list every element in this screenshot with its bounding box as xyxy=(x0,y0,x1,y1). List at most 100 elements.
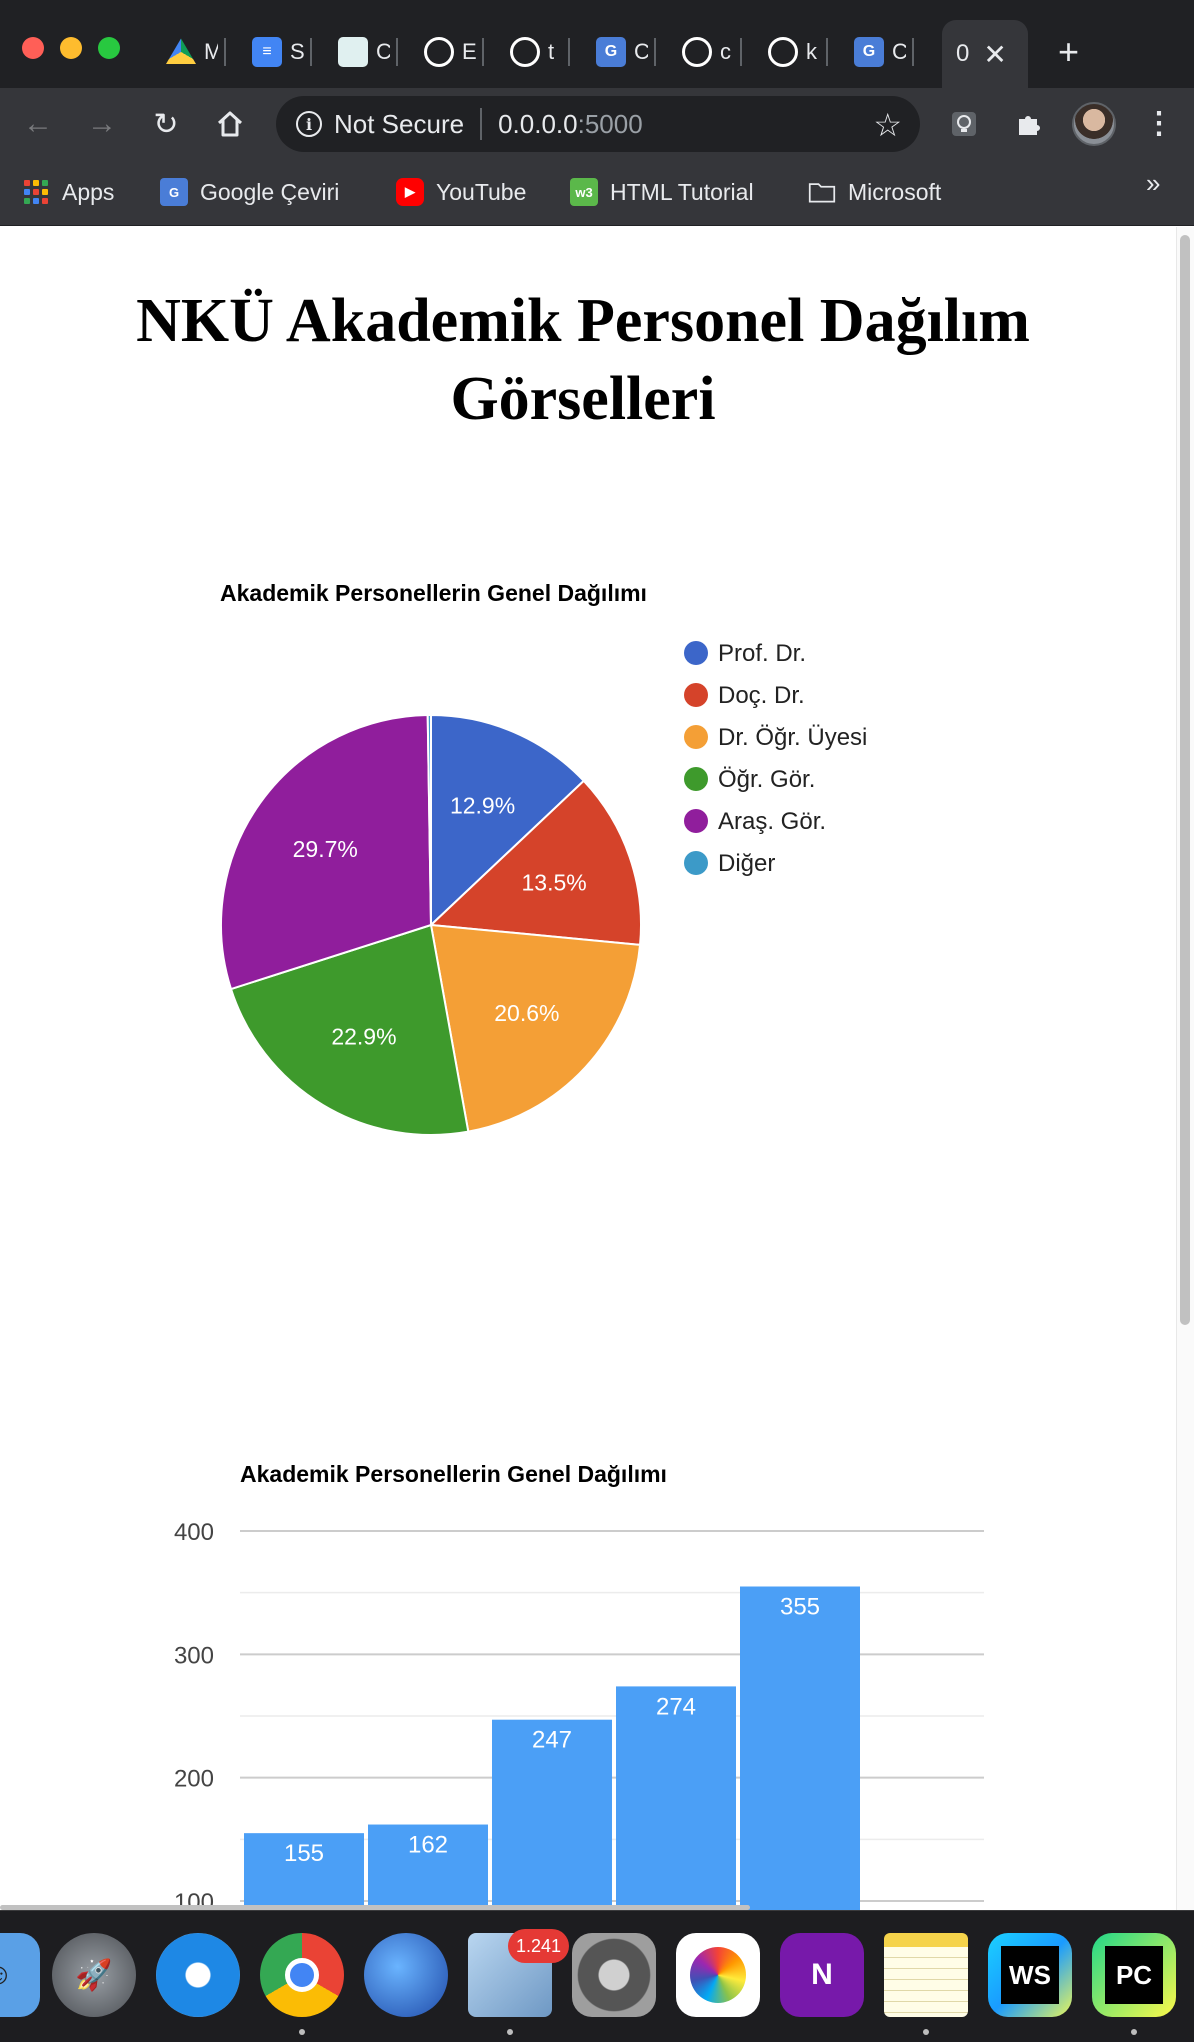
tab-title: k xyxy=(806,39,817,64)
tab-3[interactable]: E xyxy=(424,30,484,74)
tab-separator xyxy=(568,38,570,66)
url-host: 0.0.0.0 xyxy=(498,108,578,139)
running-indicator xyxy=(923,2029,929,2035)
tab-7[interactable]: k xyxy=(768,30,828,74)
bookmark-label: Microsoft xyxy=(848,178,942,205)
bar-chart: Akademik Personellerin Genel Dağılımı 40… xyxy=(174,1461,984,1911)
minimize-window-button[interactable] xyxy=(60,37,82,59)
vertical-scrollbar[interactable] xyxy=(1176,227,1194,1910)
forward-button[interactable]: → xyxy=(80,102,124,146)
tab-5[interactable]: GC xyxy=(596,30,656,74)
extensions-puzzle-icon[interactable] xyxy=(1006,102,1050,146)
tab-title: c xyxy=(720,39,731,64)
bar-data-label: 155 xyxy=(284,1840,324,1867)
tab-title: C xyxy=(892,39,906,64)
pycharm-icon[interactable]: PC xyxy=(1092,1933,1176,2017)
tab-separator xyxy=(224,38,226,66)
bar[interactable] xyxy=(740,1586,860,1911)
youtube-icon: ▶ xyxy=(396,178,424,206)
divider xyxy=(480,108,483,140)
tab-separator xyxy=(740,38,742,66)
bookmarks-overflow-button[interactable]: » xyxy=(1146,168,1160,199)
menu-icon[interactable]: ⋮ xyxy=(1144,102,1174,146)
home-icon xyxy=(217,111,243,137)
bookmark-html-tutorial[interactable]: w3 HTML Tutorial xyxy=(570,174,754,210)
bookmark-google-ceviri[interactable]: G Google Çeviri xyxy=(160,174,339,210)
chrome-icon[interactable] xyxy=(260,1933,344,2017)
url-port: :5000 xyxy=(577,108,643,139)
bookmark-youtube[interactable]: ▶ YouTube xyxy=(396,174,526,210)
bookmark-star-icon[interactable]: ☆ xyxy=(873,106,902,144)
webstorm-icon[interactable]: WS xyxy=(988,1933,1072,2017)
back-button[interactable]: ← xyxy=(16,102,60,146)
page-viewport: NKÜ Akademik Personel Dağılım Görselleri… xyxy=(0,227,1194,1910)
zoom-window-button[interactable] xyxy=(98,37,120,59)
y-tick-label: 400 xyxy=(174,1519,214,1546)
launchpad-icon[interactable]: 🚀 xyxy=(52,1933,136,2017)
bookmark-microsoft[interactable]: Microsoft xyxy=(808,174,941,210)
tab-1[interactable]: ≡ S xyxy=(252,30,312,74)
google-translate-icon: G xyxy=(596,37,626,67)
bookmark-label: HTML Tutorial xyxy=(610,178,754,205)
close-window-button[interactable] xyxy=(22,37,44,59)
safari-icon[interactable] xyxy=(156,1933,240,2017)
bookmark-label: YouTube xyxy=(436,178,527,205)
apps-grid-icon xyxy=(22,178,50,206)
github-icon xyxy=(682,37,712,67)
photos-icon[interactable] xyxy=(676,1933,760,2017)
running-indicator xyxy=(1131,2029,1137,2035)
google-translate-icon: G xyxy=(854,37,884,67)
security-status: Not Secure xyxy=(334,108,465,139)
reload-button[interactable]: ↻ xyxy=(144,102,188,146)
google-translate-icon: G xyxy=(160,178,188,206)
scrollbar-thumb[interactable] xyxy=(1180,235,1190,1325)
finder-icon[interactable]: ☺ xyxy=(0,1933,40,2017)
tab-title: S xyxy=(290,39,304,64)
browser-toolbar: ← → ↻ i Not Secure 0.0.0.0:5000 ☆ ⋮ xyxy=(0,88,1194,160)
firefox-icon[interactable] xyxy=(364,1933,448,2017)
tab-separator xyxy=(310,38,312,66)
page-thumbnail-icon xyxy=(338,37,368,67)
github-icon xyxy=(510,37,540,67)
y-tick-label: 200 xyxy=(174,1766,214,1793)
github-icon xyxy=(424,37,454,67)
bookmark-label: Apps xyxy=(62,178,115,205)
tab-title: 0 xyxy=(956,40,970,67)
github-icon xyxy=(768,37,798,67)
new-tab-button[interactable]: + xyxy=(1058,30,1079,74)
address-bar[interactable]: i Not Secure 0.0.0.0:5000 ☆ xyxy=(276,96,920,152)
info-icon[interactable]: i xyxy=(296,111,322,137)
tab-title: C xyxy=(376,39,390,64)
bar-data-label: 247 xyxy=(532,1727,572,1754)
profile-avatar[interactable] xyxy=(1072,102,1116,146)
chart-title: Akademik Personellerin Genel Dağılımı xyxy=(240,1461,667,1487)
system-preferences-icon[interactable] xyxy=(572,1933,656,2017)
y-tick-label: 300 xyxy=(174,1642,214,1669)
tab-4[interactable]: t xyxy=(510,30,570,74)
tab-title: C xyxy=(634,39,648,64)
google-docs-icon: ≡ xyxy=(252,37,282,67)
tab-separator xyxy=(396,38,398,66)
bookmarks-bar: Apps G Google Çeviri ▶ YouTube w3 HTML T… xyxy=(0,160,1194,226)
w3schools-icon: w3 xyxy=(570,178,598,206)
bookmark-apps[interactable]: Apps xyxy=(22,174,114,210)
notes-icon[interactable] xyxy=(884,1933,968,2017)
y-axis-ticks: 400300200100 xyxy=(174,1519,214,1910)
bar-data-label: 162 xyxy=(408,1832,448,1859)
tab-strip: M ≡ S C Et G Cc k G C 0 ✕ + xyxy=(0,0,1194,88)
tab-6[interactable]: c xyxy=(682,30,742,74)
lightbulb-extension-icon[interactable] xyxy=(942,102,986,146)
tab-active[interactable]: 0 ✕ xyxy=(942,20,1028,88)
close-tab-icon[interactable]: ✕ xyxy=(983,38,1006,71)
onenote-icon[interactable]: N xyxy=(780,1933,864,2017)
google-drive-icon xyxy=(166,38,196,64)
tab-2[interactable]: C xyxy=(338,30,398,74)
tab-separator xyxy=(482,38,484,66)
tab-8[interactable]: GC xyxy=(854,30,914,74)
home-button[interactable] xyxy=(208,102,252,146)
tab-title: E xyxy=(462,39,476,64)
tab-title: M xyxy=(204,39,218,64)
running-indicator xyxy=(507,2029,513,2035)
tab-0[interactable]: M xyxy=(166,30,226,74)
folder-icon xyxy=(808,183,836,203)
